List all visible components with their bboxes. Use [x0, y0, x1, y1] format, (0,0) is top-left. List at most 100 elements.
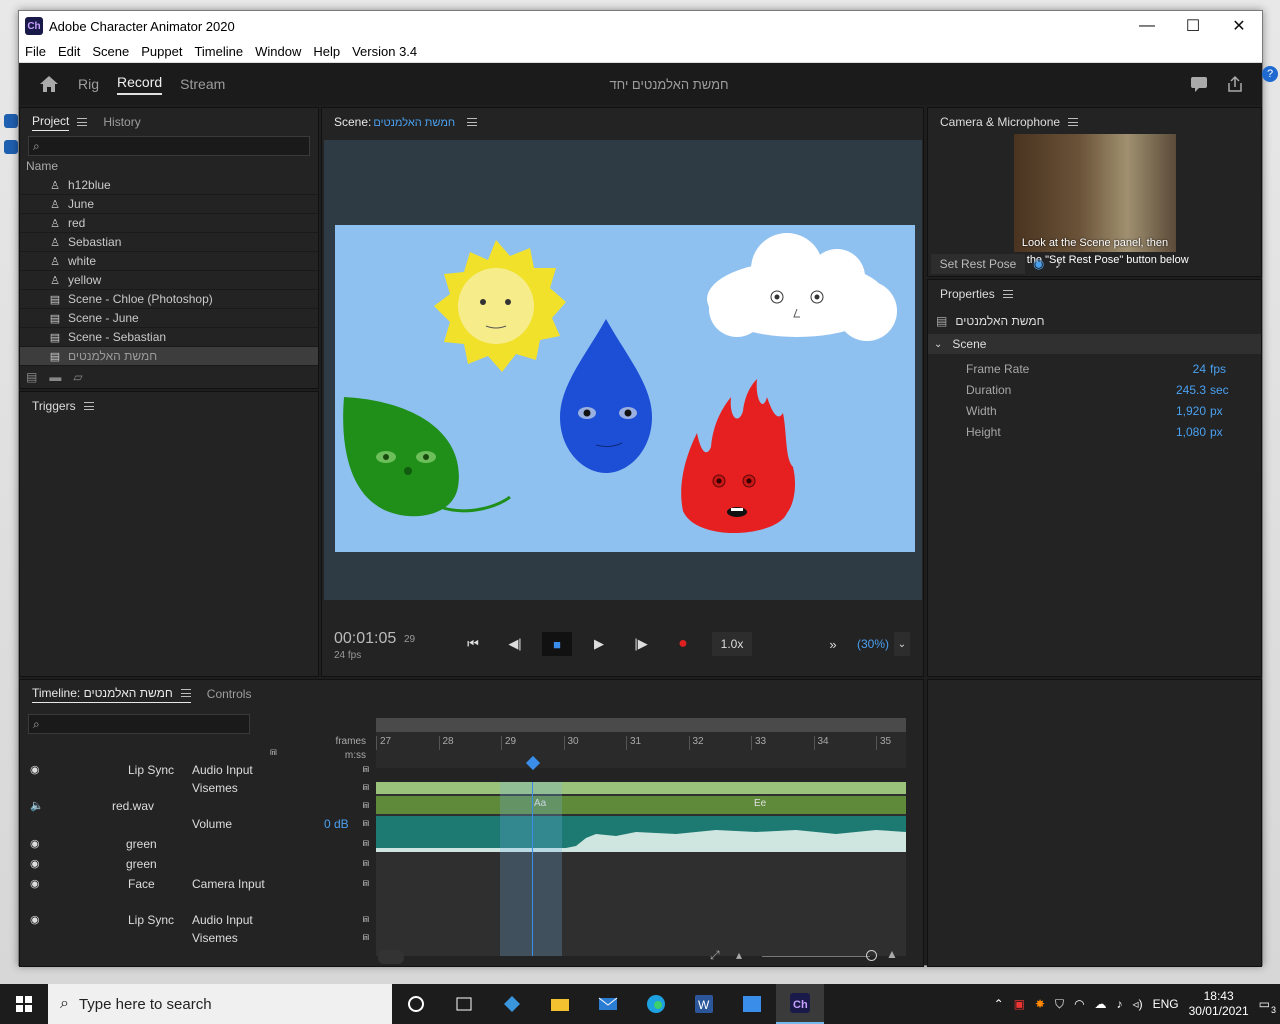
close-button[interactable]: ✕	[1216, 11, 1262, 41]
horizontal-scrollbar[interactable]	[378, 950, 404, 964]
character-animator-taskbar-icon[interactable]: Ch	[776, 984, 824, 1024]
zoom-level[interactable]: (30%)	[852, 632, 894, 656]
menu-puppet[interactable]: Puppet	[135, 44, 188, 59]
microphone-icon[interactable]: ♪	[1055, 256, 1062, 271]
help-icon[interactable]: ?	[1262, 66, 1278, 82]
timeline-row[interactable]: green ◉ ⩎	[20, 854, 375, 874]
project-item[interactable]: ♙ white	[20, 252, 318, 271]
eye-icon[interactable]: ◉	[30, 877, 40, 890]
camera-toggle-icon[interactable]: ◉	[1033, 256, 1044, 272]
project-item[interactable]: ♙ red	[20, 214, 318, 233]
share-icon[interactable]	[1226, 75, 1244, 96]
timeline-row[interactable]: green ◉ ⩎	[20, 834, 375, 854]
project-item[interactable]: ♙ h12blue	[20, 176, 318, 195]
eye-icon[interactable]: ◉	[30, 913, 40, 926]
new-item-icon[interactable]: ▱	[73, 370, 82, 384]
scene-canvas[interactable]	[324, 140, 922, 600]
defender-icon[interactable]: ⛉	[1055, 997, 1064, 1012]
eye-icon[interactable]: ◉	[30, 763, 40, 776]
panel-menu-icon[interactable]	[77, 118, 88, 126]
tray-app-icon[interactable]: ✸	[1035, 997, 1045, 1011]
timeline-row[interactable]: Visemes ⩎	[20, 928, 375, 948]
panel-menu-icon[interactable]	[83, 402, 94, 410]
network-icon[interactable]: ◠	[1074, 997, 1084, 1011]
microphone-icon[interactable]: ♪	[1117, 997, 1123, 1011]
zoom-slider-handle[interactable]	[866, 950, 877, 961]
playback-speed[interactable]: 1.0x	[712, 632, 752, 656]
volume-icon[interactable]: ◃)	[1133, 997, 1143, 1011]
project-item[interactable]: ♙ June	[20, 195, 318, 214]
panel-menu-icon[interactable]	[1002, 290, 1013, 298]
timeline-ruler[interactable]: 27 28 29 30 31 32 33 34 35	[376, 732, 906, 768]
step-forward-icon[interactable]: |▶	[626, 632, 656, 656]
file-explorer-icon[interactable]	[536, 984, 584, 1024]
lock-icon[interactable]: ⩎	[270, 744, 277, 759]
record-button[interactable]: ●	[668, 632, 698, 656]
home-icon[interactable]	[29, 63, 69, 105]
tab-history[interactable]: History	[103, 115, 140, 129]
windows-start-icon[interactable]	[0, 984, 48, 1024]
panel-menu-icon[interactable]	[467, 118, 478, 126]
arm-icon[interactable]: ⩎	[363, 877, 369, 890]
mail-icon[interactable]	[584, 984, 632, 1024]
timeline-scroll-range[interactable]	[376, 718, 906, 732]
desktop-shortcut-icon[interactable]	[4, 140, 18, 154]
timeline-row[interactable]: Volume 0 dB ⩎	[20, 814, 375, 834]
arm-icon[interactable]: ⩎	[363, 799, 369, 812]
edge-icon[interactable]	[632, 984, 680, 1024]
notifications-icon[interactable]: ▭ 3	[1259, 997, 1276, 1015]
tab-timeline[interactable]: Timeline: חמשת האלמנטים	[32, 686, 191, 703]
arm-icon[interactable]: ⩎	[363, 837, 369, 850]
project-item[interactable]: ▤ Scene - June	[20, 309, 318, 328]
menu-file[interactable]: File	[19, 44, 52, 59]
project-item[interactable]: ♙ yellow	[20, 271, 318, 290]
project-search-input[interactable]: ⌕	[28, 136, 310, 156]
menu-edit[interactable]: Edit	[52, 44, 86, 59]
tab-stream[interactable]: Stream	[171, 63, 234, 105]
fast-forward-icon[interactable]: »	[818, 632, 848, 656]
arm-icon[interactable]: ⩎	[363, 913, 369, 926]
new-scene-icon[interactable]: ▤	[26, 370, 37, 384]
word-icon[interactable]: W	[680, 984, 728, 1024]
scene-section-header[interactable]: ⌄ Scene	[928, 334, 1261, 354]
new-folder-icon[interactable]: ▬	[49, 370, 61, 384]
taskbar-search-input[interactable]: ⌕ Type here to search	[48, 984, 392, 1024]
vscode-icon[interactable]	[488, 984, 536, 1024]
volume-value[interactable]: 0 dB	[324, 817, 349, 831]
project-item[interactable]: ▤ Scene - Chloe (Photoshop)	[20, 290, 318, 309]
set-rest-pose-button[interactable]: Set Rest Pose	[931, 254, 1025, 274]
timeline-search-input[interactable]: ⌕	[28, 714, 250, 734]
timeline-tracks[interactable]: Aa Ee	[376, 782, 906, 956]
speaker-icon[interactable]: 🔈	[30, 799, 44, 812]
audio-waveform-track[interactable]	[376, 816, 906, 852]
tab-controls[interactable]: Controls	[207, 687, 252, 701]
property-value[interactable]: 24	[1146, 362, 1206, 376]
chevron-up-icon[interactable]: ⌃	[994, 997, 1004, 1011]
arm-icon[interactable]: ⩎	[363, 781, 369, 794]
arm-icon[interactable]: ⩎	[363, 763, 369, 776]
menu-window[interactable]: Window	[249, 44, 307, 59]
stop-button[interactable]: ■	[542, 632, 572, 656]
clock[interactable]: 18:43 30/01/2021	[1189, 989, 1249, 1019]
zoom-in-icon[interactable]: ▲	[886, 947, 898, 961]
tray-app-icon[interactable]: ▣	[1014, 997, 1025, 1011]
maximize-button[interactable]: ☐	[1170, 11, 1216, 41]
desktop-shortcut-icon[interactable]	[4, 114, 18, 128]
task-view-icon[interactable]	[440, 984, 488, 1024]
menu-help[interactable]: Help	[307, 44, 346, 59]
tab-project[interactable]: Project	[32, 114, 70, 131]
project-item[interactable]: ▤ Scene - Sebastian	[20, 328, 318, 347]
arm-icon[interactable]: ⩎	[363, 857, 369, 870]
menu-timeline[interactable]: Timeline	[188, 44, 249, 59]
eye-icon[interactable]: ◉	[30, 857, 40, 870]
property-value[interactable]: 245.3	[1146, 383, 1206, 397]
timeline-row[interactable]: Visemes ⩎	[20, 778, 375, 798]
minimize-button[interactable]: —	[1124, 11, 1170, 41]
column-header-name[interactable]: Name	[20, 156, 318, 176]
scene-stage[interactable]	[335, 225, 915, 552]
fit-icon[interactable]: ⤢	[710, 948, 720, 963]
timeline-row[interactable]: Lip Sync ◉ Audio Input ⩎	[20, 910, 375, 930]
language-indicator[interactable]: ENG	[1153, 997, 1179, 1011]
tab-record[interactable]: Record	[108, 63, 171, 105]
project-item[interactable]: ♙ Sebastian	[20, 233, 318, 252]
